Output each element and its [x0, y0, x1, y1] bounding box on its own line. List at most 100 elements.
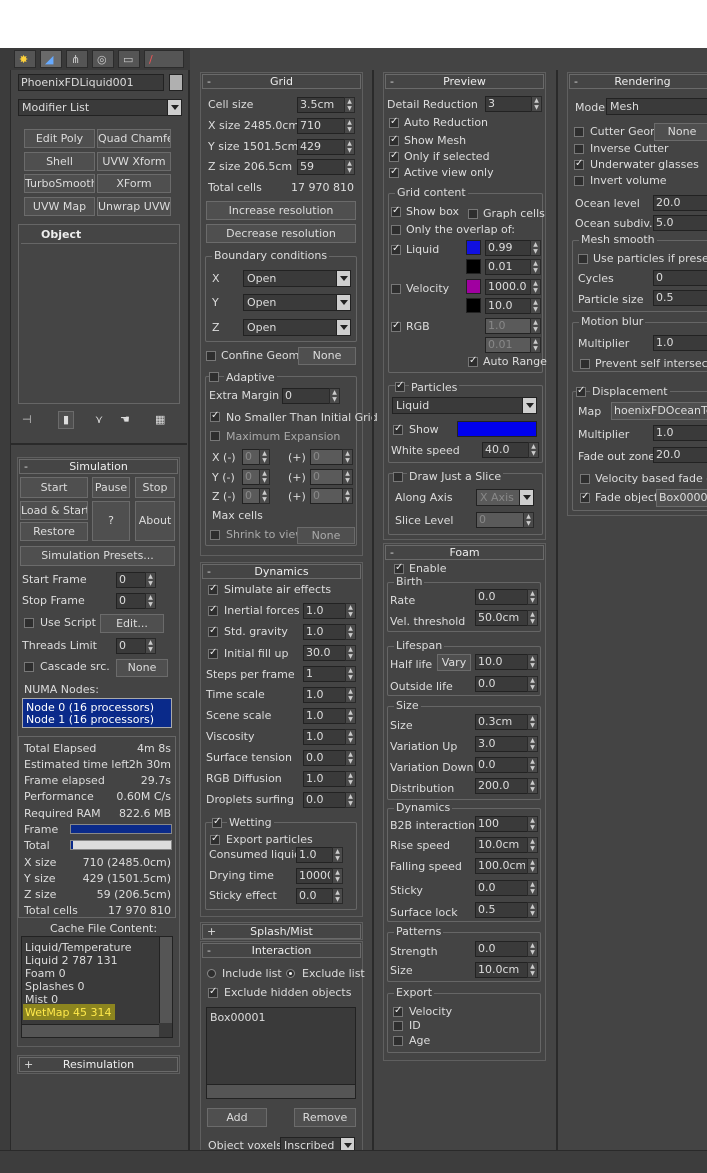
boundary-x-dropdown[interactable]: Open — [243, 270, 351, 287]
preview-rollout-header[interactable]: - Preview — [385, 74, 544, 89]
rgb-checkbox[interactable] — [391, 320, 401, 332]
scene-scale-spinner[interactable]: 1.0 ▲ ▼ — [303, 708, 356, 724]
splash-mist-rollout-header[interactable]: + Splash/Mist — [202, 924, 361, 939]
distribution-spinner[interactable]: 200.0 ▲ ▼ — [475, 778, 538, 794]
create-tab[interactable]: ✸ — [14, 50, 36, 68]
export-id-checkbox[interactable] — [393, 1021, 403, 1031]
motion-multiplier-spinner[interactable]: 1.0 — [653, 335, 707, 351]
use-particles-checkbox[interactable] — [578, 254, 588, 264]
display-tab[interactable]: ▭ — [118, 50, 140, 68]
auto-reduction-checkbox[interactable] — [389, 116, 399, 128]
adaptive-checkbox[interactable] — [209, 372, 219, 382]
ocean-level-spinner[interactable]: 20.0 — [653, 195, 707, 211]
export-velocity-checkbox[interactable] — [393, 1005, 403, 1017]
half-life-spinner[interactable]: 10.0 ▲ ▼ — [475, 654, 538, 670]
y-size-spinner[interactable]: 429 ▲ ▼ — [297, 139, 355, 155]
falling-speed-spinner[interactable]: 100.0cm ▲ ▼ — [475, 858, 538, 874]
displacement-checkbox[interactable] — [576, 385, 586, 397]
time-scale-spinner[interactable]: 1.0 ▲ ▼ — [303, 687, 356, 703]
restore-button[interactable]: Restore — [20, 522, 88, 541]
start-button[interactable]: Start — [20, 477, 88, 498]
dynamics-rollout-header[interactable]: - Dynamics — [202, 564, 361, 579]
cache-content-list[interactable]: Liquid/Temperature Liquid 2 787 131 Foam… — [21, 936, 173, 1038]
increase-resolution-button[interactable]: Increase resolution — [206, 201, 356, 220]
xform-button[interactable]: XForm — [97, 174, 171, 193]
initial-fill-checkbox[interactable] — [208, 647, 218, 659]
strength-spinner[interactable]: 0.0 ▲ ▼ — [475, 941, 538, 957]
white-speed-spinner[interactable]: 40.0 ▲ ▼ — [482, 442, 539, 458]
particles-checkbox[interactable] — [395, 380, 405, 392]
z-size-spinner[interactable]: 59 ▲ ▼ — [297, 159, 355, 175]
interaction-object-list[interactable]: Box00001 — [206, 1007, 356, 1099]
show-particles-checkbox[interactable] — [393, 423, 403, 435]
liquid-lower-spinner[interactable]: 0.01 ▲ ▼ — [485, 259, 541, 275]
no-smaller-checkbox[interactable] — [210, 410, 220, 422]
exclude-hidden-checkbox[interactable] — [208, 986, 218, 998]
pattern-size-spinner[interactable]: 10.0cm ▲ ▼ — [475, 962, 538, 978]
decrease-resolution-button[interactable]: Decrease resolution — [206, 224, 356, 243]
list-item[interactable]: Box00001 — [210, 1011, 265, 1024]
only-overlap-checkbox[interactable] — [391, 225, 401, 235]
resimulation-rollout-header[interactable]: + Resimulation — [19, 1057, 178, 1072]
cell-size-spinner[interactable]: 3.5cm ▲ ▼ — [297, 97, 355, 113]
cutter-geom-checkbox[interactable] — [574, 127, 584, 137]
max-expansion-checkbox[interactable] — [210, 431, 220, 441]
liquid-upper-spinner[interactable]: 0.99 ▲ ▼ — [485, 240, 541, 256]
x-minus-spinner[interactable]: 0 ▲ ▼ — [242, 449, 270, 465]
velocity-lower-spinner[interactable]: 10.0 ▲ ▼ — [485, 298, 541, 314]
remove-modifier-icon[interactable]: ☚ — [120, 413, 130, 426]
velocity-upper-spinner[interactable]: 1000.0 ▲ ▼ — [485, 279, 541, 295]
foam-enable-checkbox[interactable] — [394, 562, 404, 574]
horizontal-scrollbar[interactable] — [207, 1084, 355, 1098]
y-minus-spinner[interactable]: 0 ▲ ▼ — [242, 469, 270, 485]
extra-margin-spinner[interactable]: 0 ▲ ▼ — [282, 388, 340, 404]
export-particles-checkbox[interactable] — [210, 833, 220, 845]
modify-tab[interactable]: ◢ — [40, 50, 62, 68]
velocity-fade-checkbox[interactable] — [580, 474, 590, 484]
slice-level-spinner[interactable]: 0 ▲ ▼ — [476, 512, 534, 528]
surface-lock-spinner[interactable]: 0.5 ▲ ▼ — [475, 902, 538, 918]
inverse-cutter-checkbox[interactable] — [574, 144, 584, 154]
modifier-stack[interactable]: Object — [18, 224, 180, 404]
variation-up-spinner[interactable]: 3.0 ▲ ▼ — [475, 736, 538, 752]
rendering-rollout-header[interactable]: - Rendering — [569, 74, 707, 89]
motion-tab[interactable]: ◎ — [92, 50, 114, 68]
configure-sets-icon[interactable]: ▦ — [155, 413, 165, 426]
shell-button[interactable]: Shell — [24, 152, 95, 171]
horizontal-scrollbar[interactable] — [22, 1024, 159, 1037]
liquid-color-swatch[interactable] — [466, 240, 481, 255]
interaction-rollout-header[interactable]: - Interaction — [202, 943, 361, 958]
edit-poly-button[interactable]: Edit Poly — [24, 129, 95, 148]
start-frame-spinner[interactable]: 0 ▲ ▼ — [116, 572, 156, 588]
pin-stack-icon[interactable]: ⊣ — [22, 413, 32, 426]
turbosmooth-button[interactable]: TurboSmooth — [24, 174, 95, 193]
stop-frame-spinner[interactable]: 0 ▲ ▼ — [116, 593, 156, 609]
wetting-checkbox[interactable] — [212, 816, 222, 828]
sticky-effect-spinner[interactable]: 0.0 ▲ ▼ — [296, 888, 343, 904]
x-plus-spinner[interactable]: 0 ▲ ▼ — [310, 449, 353, 465]
variation-down-spinner[interactable]: 0.0 ▲ ▼ — [475, 757, 538, 773]
along-axis-dropdown[interactable]: X Axis — [476, 489, 534, 506]
threads-limit-spinner[interactable]: 0 ▲ ▼ — [116, 638, 156, 654]
vertical-scrollbar[interactable] — [159, 937, 172, 1023]
stop-button[interactable]: Stop — [135, 477, 175, 498]
export-age-checkbox[interactable] — [393, 1036, 403, 1046]
simulate-air-checkbox[interactable] — [208, 583, 218, 595]
drying-time-spinner[interactable]: 10000.0▲▼ — [296, 868, 343, 884]
outside-life-spinner[interactable]: 0.0 ▲ ▼ — [475, 676, 538, 692]
shrink-to-view-checkbox[interactable] — [210, 530, 220, 540]
y-plus-spinner[interactable]: 0 ▲ ▼ — [310, 469, 353, 485]
displacement-multiplier-spinner[interactable]: 1.0 — [653, 425, 707, 441]
liquid-low-color-swatch[interactable] — [466, 259, 481, 274]
initial-fill-spinner[interactable]: 30.0 ▲ ▼ — [303, 645, 356, 661]
fade-object-checkbox[interactable] — [580, 491, 590, 503]
hierarchy-tab[interactable]: ⋔ — [66, 50, 88, 68]
steps-per-frame-spinner[interactable]: 1 ▲ ▼ — [303, 666, 356, 682]
boundary-y-dropdown[interactable]: Open — [243, 294, 351, 311]
help-button[interactable]: ? — [92, 501, 130, 541]
x-size-spinner[interactable]: 710 ▲ ▼ — [297, 118, 355, 134]
about-button[interactable]: About — [135, 501, 175, 541]
utilities-tab[interactable]: / — [144, 50, 184, 68]
load-start-button[interactable]: Load & Start — [20, 501, 88, 520]
rise-speed-spinner[interactable]: 10.0cm ▲ ▼ — [475, 837, 538, 853]
